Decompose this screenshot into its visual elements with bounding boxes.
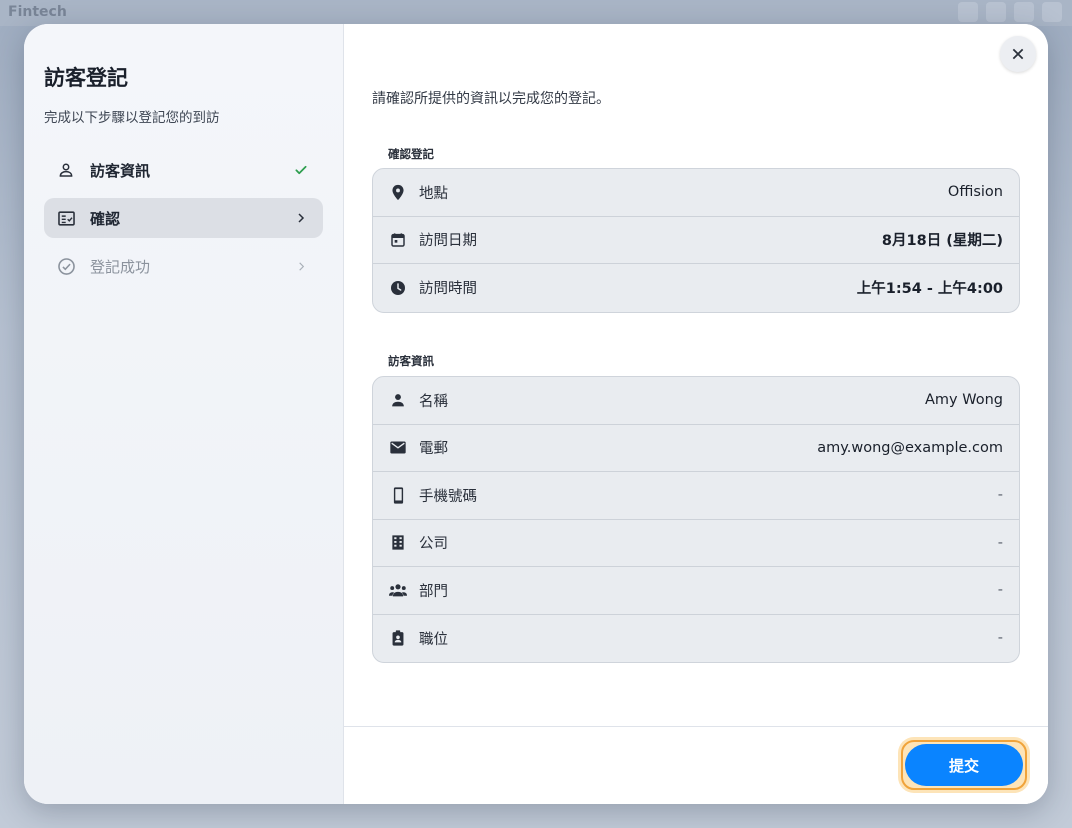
row-value: - xyxy=(997,630,1003,647)
modal-footer: 提交 xyxy=(344,726,1048,804)
background-toolbar-icons xyxy=(958,2,1062,22)
sidebar-title: 訪客登記 xyxy=(44,66,128,90)
visitor-registration-modal: 訪客登記 完成以下步驟以登記您的到訪 訪客資訊 確認 登記成功 請確認所提供的資… xyxy=(24,24,1048,804)
person-icon xyxy=(56,160,76,180)
step-success[interactable]: 登記成功 xyxy=(44,246,323,286)
department-row: 部門 - xyxy=(373,567,1019,615)
step-visitor-info[interactable]: 訪客資訊 xyxy=(44,150,323,190)
submit-button[interactable]: 提交 xyxy=(905,744,1023,786)
row-label: 職位 xyxy=(419,631,448,648)
intro-text: 請確認所提供的資訊以完成您的登記。 xyxy=(372,91,610,107)
registration-heading: 確認登記 xyxy=(388,147,434,161)
visit-time-row: 訪問時間 上午1:54 - 上午4:00 xyxy=(373,264,1019,312)
group-icon xyxy=(389,581,407,599)
row-value: Amy Wong xyxy=(925,392,1003,409)
checkmark-icon xyxy=(291,160,311,180)
clock-icon xyxy=(389,279,407,297)
sidebar-subtitle: 完成以下步驟以登記您的到訪 xyxy=(44,110,220,126)
visit-date-row: 訪問日期 8月18日 (星期二) xyxy=(373,217,1019,264)
visitor-info-heading: 訪客資訊 xyxy=(388,354,434,368)
name-row: 名稱 Amy Wong xyxy=(373,377,1019,425)
row-label: 地點 xyxy=(419,185,448,202)
mail-icon xyxy=(389,439,407,457)
row-label: 手機號碼 xyxy=(419,488,477,505)
row-value: 上午1:54 - 上午4:00 xyxy=(856,281,1003,298)
row-value: - xyxy=(997,534,1003,551)
submit-focus-ring: 提交 xyxy=(898,737,1030,793)
steps-sidebar: 訪客登記 完成以下步驟以登記您的到訪 訪客資訊 確認 登記成功 xyxy=(24,24,344,804)
mobile-phone-icon xyxy=(389,486,407,504)
row-value: 8月18日 (星期二) xyxy=(881,233,1003,250)
row-value: - xyxy=(997,487,1003,504)
company-row: 公司 - xyxy=(373,520,1019,567)
step-confirm[interactable]: 確認 xyxy=(44,198,323,238)
row-label: 電郵 xyxy=(419,441,448,458)
row-value: amy.wong@example.com xyxy=(817,439,1003,456)
position-row: 職位 - xyxy=(373,615,1019,663)
chevron-right-icon xyxy=(291,208,311,228)
badge-icon xyxy=(389,629,407,647)
mobile-row: 手機號碼 - xyxy=(373,472,1019,520)
location-pin-icon xyxy=(389,183,407,201)
step-list: 訪客資訊 確認 登記成功 xyxy=(44,150,323,294)
step-label: 登記成功 xyxy=(90,257,151,276)
building-icon xyxy=(389,534,407,552)
close-button[interactable] xyxy=(1000,36,1036,72)
row-label: 公司 xyxy=(419,536,448,553)
row-value: - xyxy=(997,582,1003,599)
registration-card: 地點 Offision 訪問日期 8月18日 (星期二) 訪問時間 上午1:54… xyxy=(372,168,1020,313)
background-topbar: Fintech xyxy=(0,0,1072,26)
row-label: 部門 xyxy=(419,583,448,600)
row-label: 名稱 xyxy=(419,393,448,410)
row-label: 訪問日期 xyxy=(419,233,477,250)
row-label: 訪問時間 xyxy=(419,281,477,298)
visitor-info-card: 名稱 Amy Wong 電郵 amy.wong@example.com 手機號碼… xyxy=(372,376,1020,663)
location-row: 地點 Offision xyxy=(373,169,1019,217)
email-row: 電郵 amy.wong@example.com xyxy=(373,425,1019,472)
check-circle-icon xyxy=(56,256,76,276)
step-label: 訪客資訊 xyxy=(90,161,151,180)
chevron-right-icon xyxy=(291,256,311,276)
row-value: Offision xyxy=(947,184,1003,201)
person-icon xyxy=(389,391,407,409)
checklist-icon xyxy=(56,208,76,228)
calendar-icon xyxy=(389,231,407,249)
close-icon xyxy=(1012,48,1024,60)
step-label: 確認 xyxy=(90,209,121,228)
background-app-title: Fintech xyxy=(8,4,67,20)
confirmation-panel: 請確認所提供的資訊以完成您的登記。 確認登記 地點 Offision 訪問日期 … xyxy=(344,24,1048,804)
